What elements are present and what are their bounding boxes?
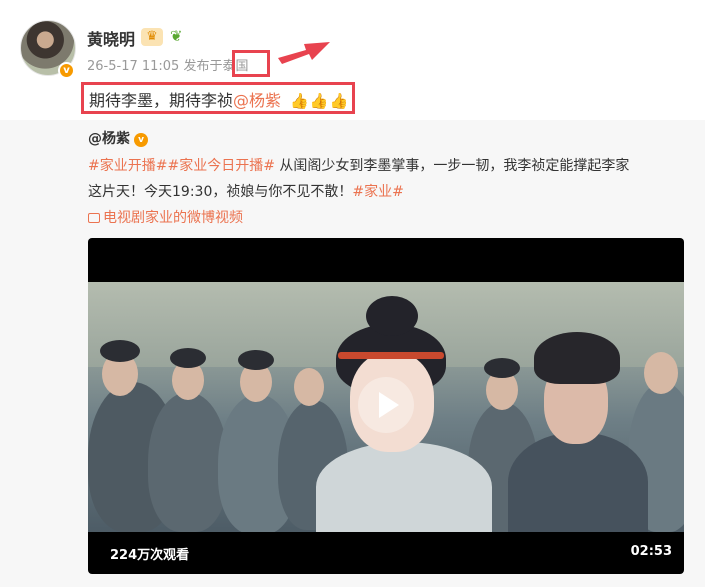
play-icon[interactable] (358, 377, 414, 433)
crowd-figure (238, 350, 274, 370)
lead-actress-figure (366, 296, 418, 336)
video-source-label[interactable]: 电视剧家业的微博视频 (103, 210, 243, 226)
arrow-icon (278, 42, 330, 64)
repost-author-name[interactable]: @杨紫 (88, 131, 130, 147)
crowd-figure (644, 352, 678, 394)
from-label: 发布于 (183, 59, 223, 74)
crowd-figure (294, 368, 324, 406)
author-name[interactable]: 黄晓明 (87, 26, 135, 50)
post-text: 期待李墨，期待李祯@杨紫 👍👍👍 (89, 87, 349, 111)
verified-badge-icon: v (134, 133, 148, 147)
video-duration: 02:53 (630, 544, 672, 559)
video-source-link[interactable]: 电视剧家业的微博视频 (88, 207, 243, 227)
sprout-icon: ❦ (170, 27, 183, 45)
thumbs-emoji-icon: 👍👍👍 (290, 92, 350, 110)
verified-badge-icon: v (58, 62, 75, 79)
lead-actress-figure (316, 442, 492, 532)
crowd-figure (148, 392, 228, 532)
hashtag-link[interactable]: #家业开播##家业今日开播# (88, 158, 275, 174)
repost-author[interactable]: @杨紫 v (88, 128, 148, 148)
repost-text-line: #家业开播##家业今日开播# 从闺阁少女到李墨掌事，一步一韧，我李祯定能撑起李家 (88, 155, 629, 175)
repost-text: 这片天！今天19:30，祯娘与你不见不散！ (88, 184, 353, 200)
crowd-figure (484, 358, 520, 378)
actress-figure (534, 332, 620, 384)
location-highlight-box (232, 50, 270, 77)
video-player[interactable]: 224万次观看 02:53 (88, 238, 684, 574)
view-count: 224万次观看 (110, 548, 190, 563)
hair-ribbon (338, 352, 444, 359)
crown-icon: ♛ (141, 28, 163, 46)
post-meta: 26-5-17 11:05 发布于泰国 (87, 55, 249, 74)
crowd-figure (100, 340, 140, 362)
hashtag-link[interactable]: #家业# (352, 184, 403, 200)
mention-link[interactable]: @杨紫 (233, 91, 281, 110)
video-camera-icon (88, 213, 100, 223)
post-body: 期待李墨，期待李祯 (89, 91, 234, 110)
repost-text: 从闺阁少女到李墨掌事，一步一韧，我李祯定能撑起李家 (274, 158, 630, 174)
post-time[interactable]: 26-5-17 11:05 (87, 59, 179, 74)
crowd-figure (170, 348, 206, 368)
repost-text-line: 这片天！今天19:30，祯娘与你不见不散！#家业# (88, 181, 404, 201)
actress-figure (508, 432, 648, 532)
